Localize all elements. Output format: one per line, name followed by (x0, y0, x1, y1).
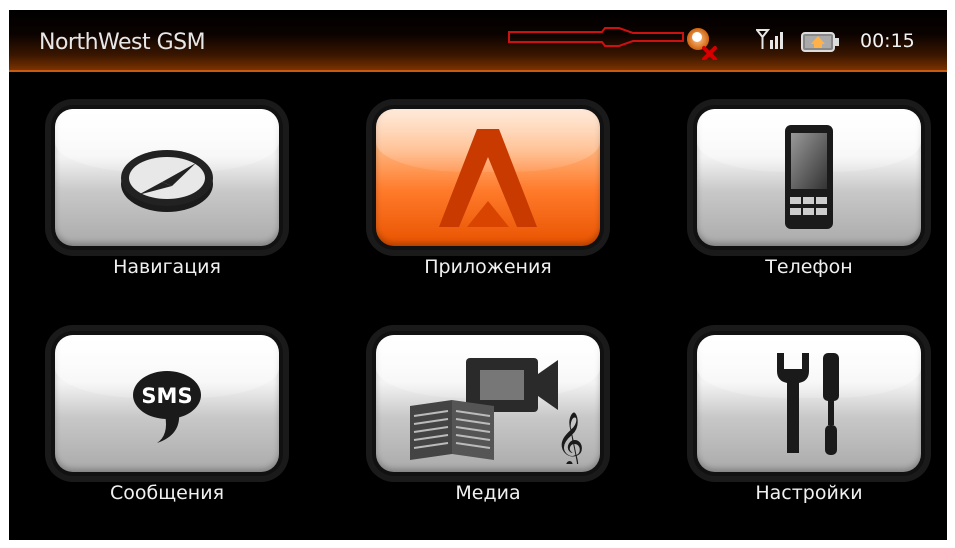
applications-button[interactable] (372, 105, 604, 250)
app-title: NorthWest GSM (39, 30, 206, 55)
status-bar: NorthWest GSM 00:15 (9, 10, 947, 72)
phone-button[interactable] (693, 105, 925, 250)
svg-text:𝄞: 𝄞 (556, 412, 584, 464)
tile-messages[interactable]: SMS Сообщения (44, 326, 290, 508)
tile-settings[interactable]: Настройки (686, 326, 932, 508)
media-icon: 𝄞 (410, 357, 584, 464)
tile-label: Медиа (455, 482, 521, 504)
media-button[interactable]: 𝄞 (372, 331, 604, 476)
tile-label: Телефон (765, 256, 853, 278)
tile-label: Настройки (755, 482, 863, 504)
gps-off-icon[interactable] (685, 26, 719, 60)
tile-label: Приложения (424, 256, 552, 278)
tile-label: Сообщения (109, 482, 225, 504)
phone-icon (785, 124, 833, 229)
sms-icon: SMS (133, 370, 201, 443)
messages-button[interactable]: SMS (51, 331, 283, 476)
signal-icon (756, 29, 783, 49)
compass-icon (121, 149, 213, 212)
battery-icon (801, 32, 839, 52)
tile-navigation[interactable]: Навигация (44, 100, 290, 282)
clock-time: 00:15 (860, 30, 915, 52)
tile-media[interactable]: 𝄞 Медиа (365, 326, 611, 508)
apps-logo-icon (439, 128, 537, 227)
navigation-button[interactable] (51, 105, 283, 250)
annotation-arrow (508, 27, 684, 47)
settings-button[interactable] (693, 331, 925, 476)
tile-phone[interactable]: Телефон (686, 100, 932, 282)
tile-applications[interactable]: Приложения (365, 100, 611, 282)
svg-text:SMS: SMS (141, 384, 192, 408)
tile-label: Навигация (113, 256, 221, 278)
device-screen: NorthWest GSM 00:15 Навигация Приложения… (9, 10, 947, 540)
status-area: 00:15 (507, 10, 947, 72)
tools-icon (777, 352, 839, 455)
